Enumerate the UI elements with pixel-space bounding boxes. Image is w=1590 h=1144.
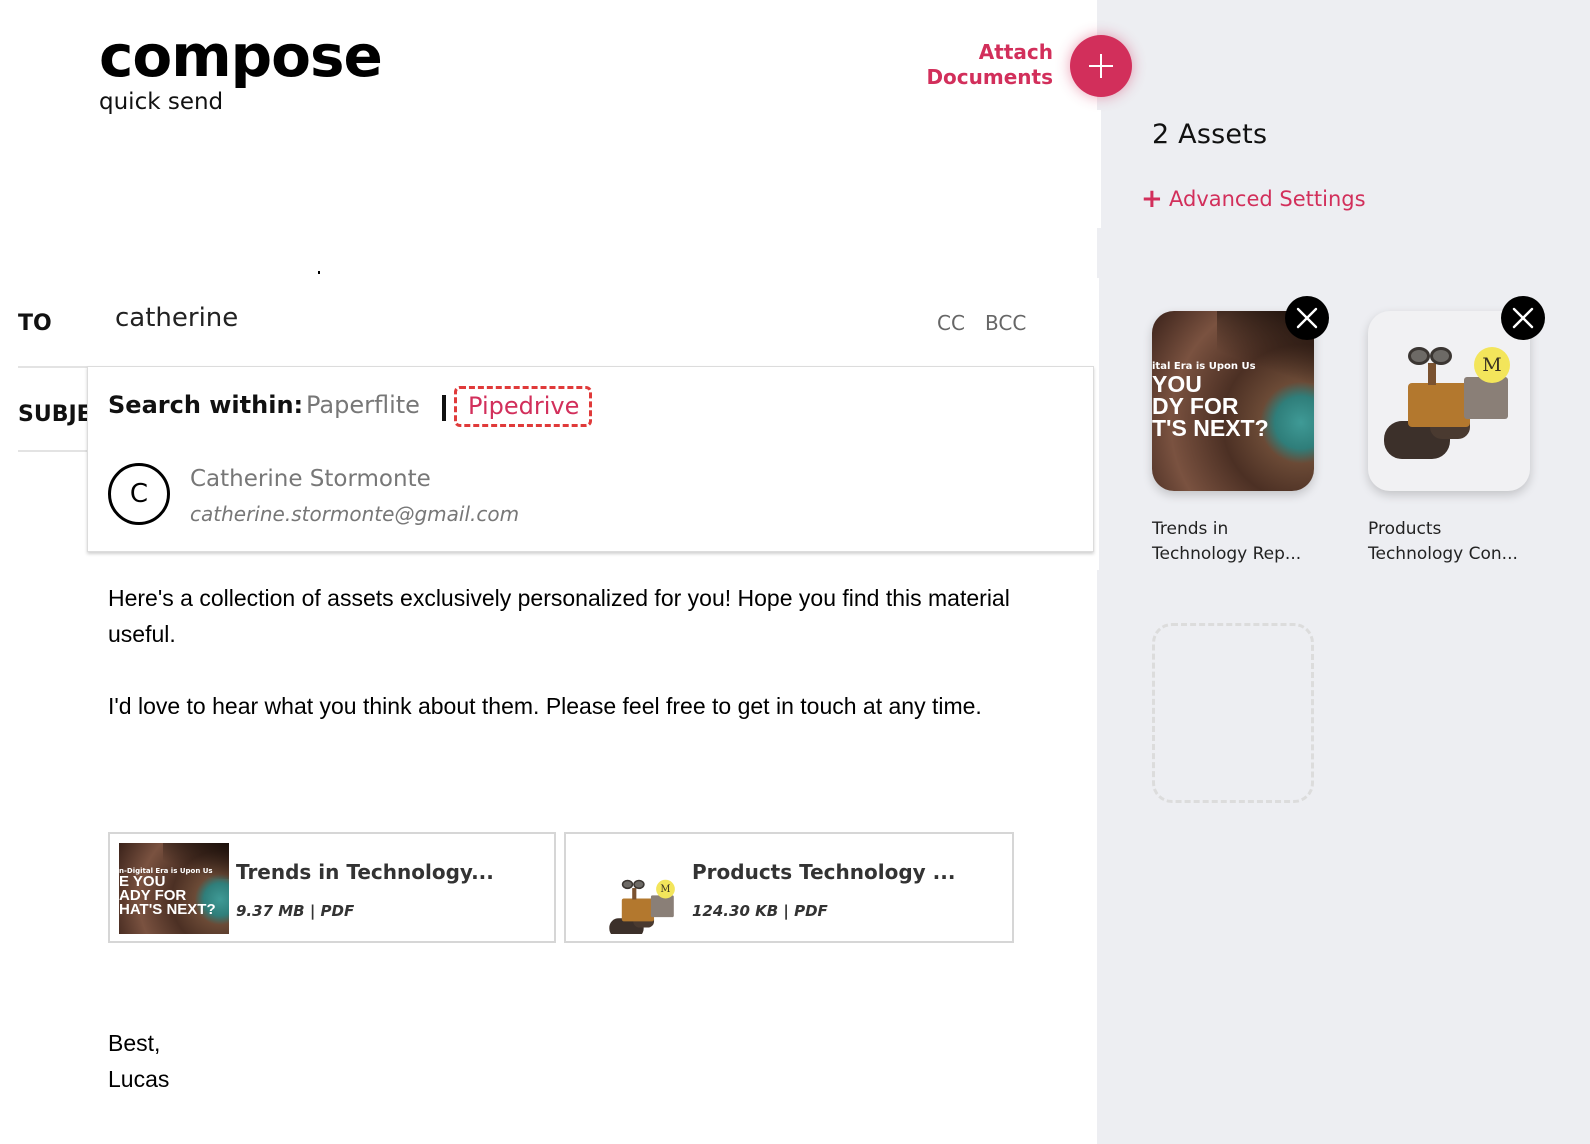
to-label: TO: [18, 311, 52, 336]
eye-thumbnail-image: n-Digital Era is Upon Us E YOU ADY FOR H…: [119, 843, 229, 934]
contact-suggestion[interactable]: C Catherine Stormonte catherine.stormont…: [108, 459, 1068, 535]
attachment-card[interactable]: n-Digital Era is Upon Us E YOU ADY FOR H…: [108, 832, 556, 943]
contact-name: Catherine Stormonte: [190, 466, 431, 492]
attachment-thumbnail: M: [575, 843, 685, 934]
asset-title-line: Products: [1368, 519, 1442, 539]
bcc-button[interactable]: BCC: [985, 311, 1026, 335]
message-signature[interactable]: Best, Lucas: [108, 1025, 1028, 1097]
remove-asset-button[interactable]: [1285, 296, 1329, 340]
sidebar-edge: [1097, 278, 1099, 570]
page-subtitle: quick send: [99, 89, 224, 115]
asset-title-line: Trends in: [1152, 519, 1229, 539]
attachment-name: Products Technology ...: [692, 860, 956, 884]
page-title: compose: [99, 22, 383, 90]
attachment-meta: 9.37 MB | PDF: [236, 902, 355, 920]
cursor-artifact: [318, 271, 320, 274]
cc-button[interactable]: CC: [937, 311, 965, 335]
attachment-thumbnail: n-Digital Era is Upon Us E YOU ADY FOR H…: [119, 843, 229, 934]
assets-count: 2 Assets: [1152, 119, 1268, 150]
asset-thumbnail[interactable]: M: [1368, 311, 1530, 491]
close-icon: [1512, 307, 1534, 329]
attach-documents-link[interactable]: Attach Documents: [905, 40, 1053, 90]
avatar: C: [108, 463, 170, 525]
thumbnail-headline: E YOU ADY FOR HAT'S NEXT?: [119, 873, 216, 918]
asset-drop-slot[interactable]: [1152, 623, 1314, 803]
signature-name: Lucas: [108, 1066, 170, 1092]
remove-asset-button[interactable]: [1501, 296, 1545, 340]
asset-title: Trends in Technology Rep...: [1152, 517, 1322, 567]
asset-title-line: Technology Rep...: [1152, 544, 1302, 564]
attachment-meta: 124.30 KB | PDF: [692, 902, 828, 920]
asset-title-line: Technology Con...: [1368, 544, 1518, 564]
signoff: Best,: [108, 1030, 161, 1056]
eye-thumbnail-image: ital Era is Upon Us YOU DY FOR T'S NEXT?: [1152, 311, 1314, 491]
robot-thumbnail-image: M: [1368, 311, 1530, 491]
attach-documents-button[interactable]: [1070, 35, 1132, 97]
assets-sidebar: [1097, 0, 1590, 1144]
brand-badge: M: [656, 879, 675, 899]
advanced-settings-button[interactable]: + Advanced Settings: [1141, 186, 1366, 212]
source-tab-paperflite[interactable]: Paperflite: [306, 391, 420, 419]
close-icon: [1296, 307, 1318, 329]
subject-label: SUBJECT: [18, 402, 88, 427]
attachment-name: Trends in Technology...: [236, 860, 494, 884]
contact-email: catherine.stormonte@gmail.com: [190, 502, 520, 526]
message-paragraph[interactable]: Here's a collection of assets exclusivel…: [108, 580, 1028, 652]
divider: [18, 366, 88, 368]
brand-badge: M: [1474, 347, 1510, 383]
to-input[interactable]: [115, 298, 915, 338]
attachment-card[interactable]: M Products Technology ... 124.30 KB | PD…: [564, 832, 1014, 943]
asset-thumbnail[interactable]: ital Era is Upon Us YOU DY FOR T'S NEXT?: [1152, 311, 1314, 491]
plus-icon: +: [1141, 184, 1163, 214]
asset-title: Products Technology Con...: [1368, 517, 1538, 567]
message-paragraph[interactable]: I'd love to hear what you think about th…: [108, 688, 1028, 724]
attach-label-line: Attach: [978, 40, 1053, 64]
source-tab-pipedrive[interactable]: Pipedrive: [454, 386, 593, 427]
plus-icon: [1089, 54, 1113, 78]
robot-thumbnail-image: M: [601, 861, 675, 934]
divider: [18, 450, 88, 452]
search-within-label: Search within:: [108, 391, 304, 419]
sidebar-edge: [1097, 110, 1101, 228]
advanced-settings-label: Advanced Settings: [1169, 187, 1366, 211]
recipient-search-dropdown: Search within: Paperflite Pipedrive C Ca…: [87, 366, 1094, 552]
attach-label-line: Documents: [926, 65, 1053, 89]
source-separator: [442, 395, 446, 421]
thumbnail-headline: YOU DY FOR T'S NEXT?: [1152, 371, 1269, 441]
